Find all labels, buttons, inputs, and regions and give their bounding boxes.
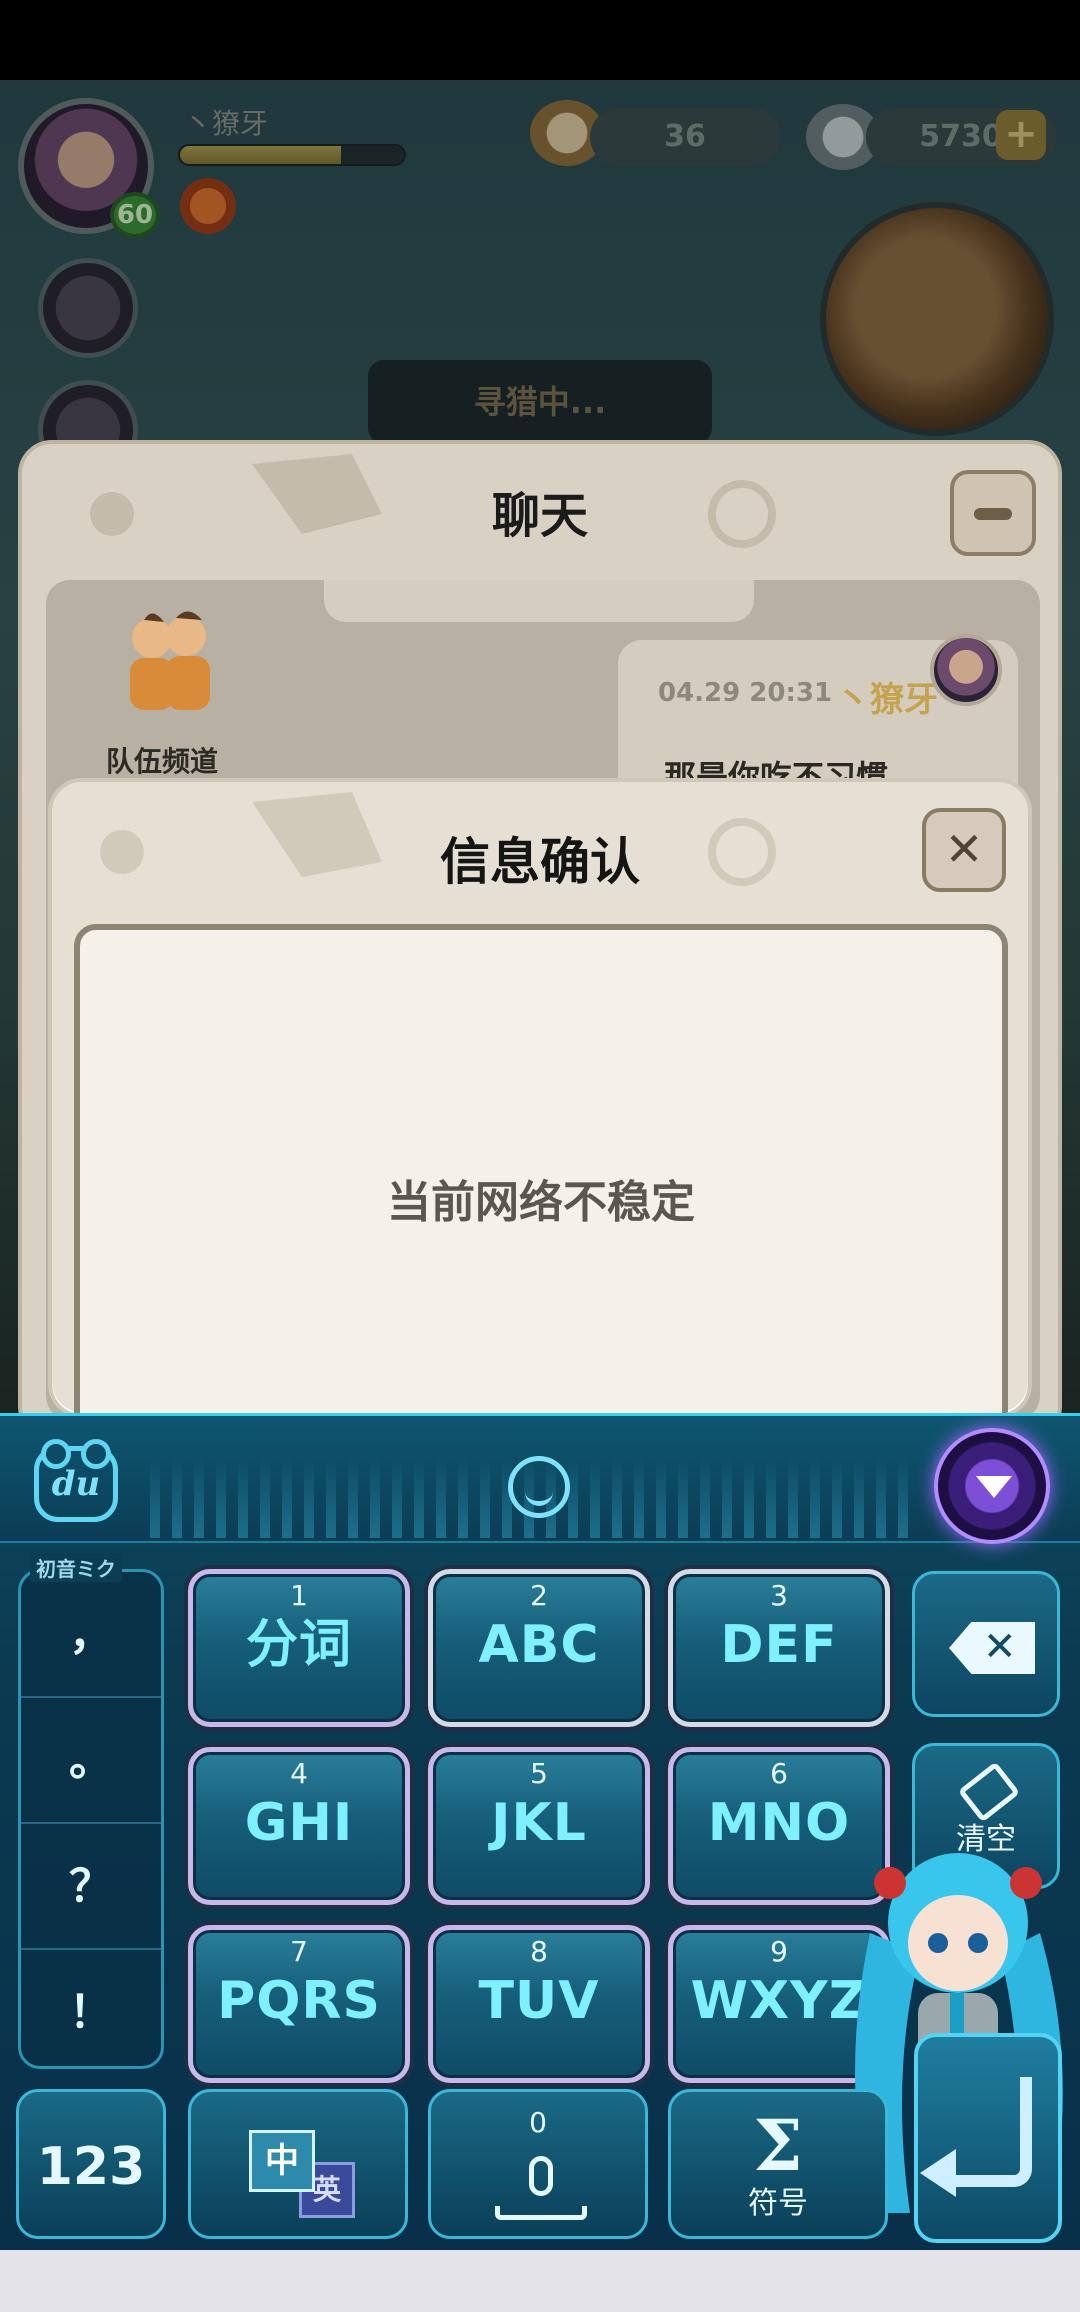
key-number: 3: [770, 1579, 788, 1612]
key-letters: 分词: [245, 1615, 352, 1675]
key-7[interactable]: 7 PQRS: [188, 1925, 410, 2083]
punctuation-column: ， 。 ？ ！: [18, 1569, 164, 2069]
space-number: 0: [529, 2106, 547, 2139]
key-number: 2: [530, 1579, 548, 1612]
key-letters: TUV: [478, 1971, 600, 2031]
key-letters: DEF: [720, 1615, 838, 1675]
du-logo-icon[interactable]: du: [34, 1439, 118, 1522]
close-button[interactable]: ✕: [922, 808, 1006, 892]
key-letters: GHI: [244, 1793, 354, 1853]
emoji-icon[interactable]: [508, 1456, 570, 1518]
punct-comma[interactable]: ，: [21, 1572, 161, 1698]
theme-label: 初音ミク: [30, 1553, 122, 1582]
status-bar: [0, 0, 1080, 80]
sender-avatar[interactable]: [930, 634, 1002, 706]
backspace-button[interactable]: [912, 1571, 1060, 1717]
collapse-keyboard-icon[interactable]: [934, 1428, 1050, 1544]
symbol-label: 符号: [748, 2186, 808, 2221]
punct-exclaim[interactable]: ！: [21, 1950, 161, 2076]
key-4[interactable]: 4 GHI: [188, 1747, 410, 1905]
enter-icon: [920, 2077, 1032, 2197]
enter-button[interactable]: [914, 2033, 1062, 2243]
key-number: 1: [290, 1579, 308, 1612]
key-number: 7: [290, 1935, 308, 1968]
language-switch-button[interactable]: 英 中: [188, 2089, 408, 2239]
minimize-button[interactable]: [950, 470, 1036, 556]
sigma-icon: Σ: [753, 2104, 803, 2187]
lang-zh-label: 中: [249, 2130, 315, 2192]
dialog-title: 信息确认: [440, 833, 640, 891]
number-mode-button[interactable]: 123: [16, 2089, 166, 2239]
dialog-content: 当前网络不稳定: [74, 924, 1008, 1414]
key-1[interactable]: 1 分词: [188, 1569, 410, 1727]
key-number: 8: [530, 1935, 548, 1968]
chat-title: 聊天: [491, 488, 588, 544]
key-number: 6: [770, 1757, 788, 1790]
key-letters: JKL: [491, 1793, 587, 1853]
key-8[interactable]: 8 TUV: [428, 1925, 650, 2083]
message-time: 04.29 20:31: [658, 678, 833, 708]
team-channel-icon: [130, 611, 210, 710]
mic-icon: [529, 2156, 553, 2196]
team-channel-label[interactable]: 队伍频道: [106, 740, 218, 780]
key-number: 5: [530, 1757, 548, 1790]
key-2[interactable]: 2 ABC: [428, 1569, 650, 1727]
keyboard-toolbar: du: [0, 1413, 1080, 1544]
confirm-dialog: 信息确认 ✕ 当前网络不稳定: [48, 778, 1032, 1418]
key-3[interactable]: 3 DEF: [668, 1569, 890, 1727]
message-sender: 丶獠牙: [836, 680, 938, 720]
dialog-message: 当前网络不稳定: [387, 1177, 695, 1228]
backspace-icon: [949, 1622, 1035, 1674]
key-number: 4: [290, 1757, 308, 1790]
previous-message: [324, 580, 754, 622]
space-bar-icon: [495, 2206, 587, 2220]
punct-period[interactable]: 。: [21, 1698, 161, 1824]
system-navigation-bar: [0, 2250, 1080, 2312]
punct-question[interactable]: ？: [21, 1824, 161, 1950]
input-keyboard: du ， 。 ？ ！ 初音ミク 1 分词 2 ABC 3 DEF 4 GHI 5 JKL …: [0, 1413, 1080, 2250]
key-letters: PQRS: [217, 1971, 381, 2031]
symbol-button[interactable]: Σ 符号: [668, 2089, 888, 2239]
key-5[interactable]: 5 JKL: [428, 1747, 650, 1905]
key-letters: ABC: [478, 1615, 600, 1675]
space-voice-button[interactable]: 0: [428, 2089, 648, 2239]
